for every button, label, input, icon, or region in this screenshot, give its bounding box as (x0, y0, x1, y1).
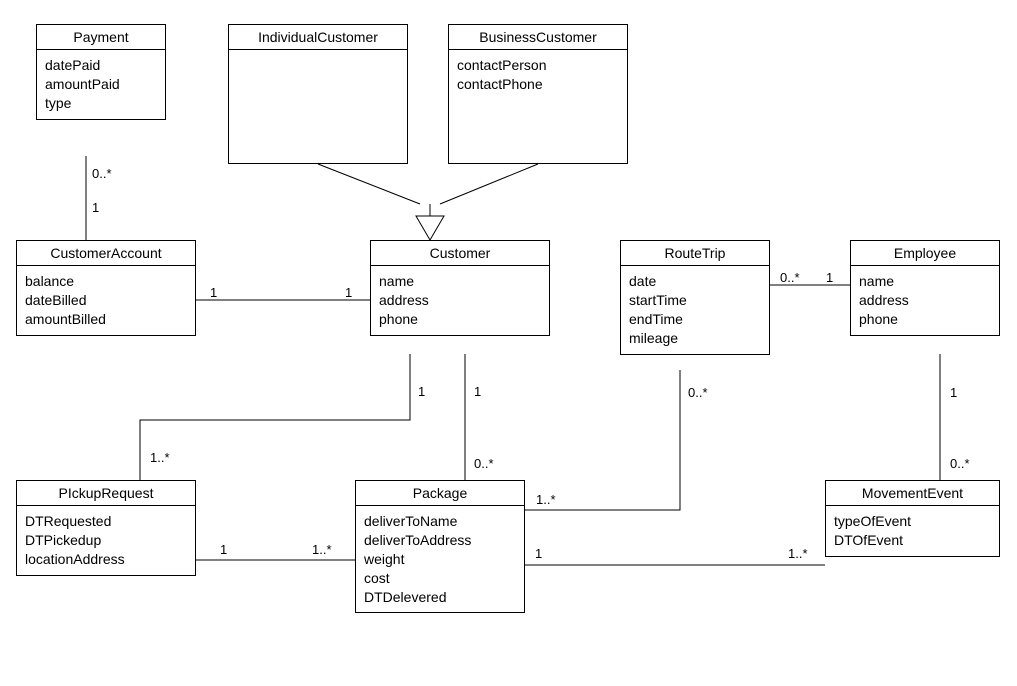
attribute: datePaid (45, 56, 157, 75)
multiplicity-label: 1 (345, 285, 352, 300)
class-body: DTRequested DTPickedup locationAddress (17, 506, 195, 575)
class-title: MovementEvent (826, 481, 999, 506)
attribute: address (379, 291, 541, 310)
attribute: name (379, 272, 541, 291)
attribute: phone (379, 310, 541, 329)
multiplicity-label: 1 (418, 384, 425, 399)
multiplicity-label: 0..* (780, 270, 800, 285)
class-title: Payment (37, 25, 165, 50)
attribute: balance (25, 272, 187, 291)
attribute: cost (364, 569, 516, 588)
class-title: CustomerAccount (17, 241, 195, 266)
attribute: mileage (629, 329, 761, 348)
attribute: locationAddress (25, 550, 187, 569)
attribute: DTPickedup (25, 531, 187, 550)
attribute: name (859, 272, 991, 291)
attribute: DTDelevered (364, 588, 516, 607)
multiplicity-label: 0..* (474, 456, 494, 471)
class-body: typeOfEvent DTOfEvent (826, 506, 999, 556)
multiplicity-label: 1..* (788, 546, 808, 561)
class-title: Package (356, 481, 524, 506)
class-body (229, 50, 407, 74)
attribute: DTOfEvent (834, 531, 991, 550)
class-body: balance dateBilled amountBilled (17, 266, 195, 335)
class-route-trip: RouteTrip date startTime endTime mileage (620, 240, 770, 355)
multiplicity-label: 1 (474, 384, 481, 399)
multiplicity-label: 1 (220, 542, 227, 557)
attribute: deliverToAddress (364, 531, 516, 550)
class-package: Package deliverToName deliverToAddress w… (355, 480, 525, 613)
class-body: name address phone (851, 266, 999, 335)
attribute: address (859, 291, 991, 310)
attribute: phone (859, 310, 991, 329)
multiplicity-label: 1 (826, 270, 833, 285)
multiplicity-label: 1 (535, 546, 542, 561)
attribute: DTRequested (25, 512, 187, 531)
multiplicity-label: 1 (92, 200, 99, 215)
attribute: deliverToName (364, 512, 516, 531)
class-customer-account: CustomerAccount balance dateBilled amoun… (16, 240, 196, 336)
class-title: RouteTrip (621, 241, 769, 266)
class-title: Customer (371, 241, 549, 266)
class-title: BusinessCustomer (449, 25, 627, 50)
class-title: Employee (851, 241, 999, 266)
class-movement-event: MovementEvent typeOfEvent DTOfEvent (825, 480, 1000, 557)
attribute: typeOfEvent (834, 512, 991, 531)
multiplicity-label: 1..* (536, 492, 556, 507)
attribute: contactPhone (457, 75, 619, 94)
class-business-customer: BusinessCustomer contactPerson contactPh… (448, 24, 628, 164)
attribute: contactPerson (457, 56, 619, 75)
multiplicity-label: 1 (950, 385, 957, 400)
attribute: amountBilled (25, 310, 187, 329)
multiplicity-label: 1 (210, 285, 217, 300)
attribute: date (629, 272, 761, 291)
uml-diagram: Payment datePaid amountPaid type Individ… (0, 0, 1017, 686)
class-individual-customer: IndividualCustomer (228, 24, 408, 164)
multiplicity-label: 1..* (150, 450, 170, 465)
multiplicity-label: 0..* (950, 456, 970, 471)
attribute: startTime (629, 291, 761, 310)
class-payment: Payment datePaid amountPaid type (36, 24, 166, 120)
class-title: PIckupRequest (17, 481, 195, 506)
class-body: datePaid amountPaid type (37, 50, 165, 119)
multiplicity-label: 0..* (688, 385, 708, 400)
multiplicity-label: 1..* (312, 542, 332, 557)
class-body: name address phone (371, 266, 549, 335)
attribute: type (45, 94, 157, 113)
attribute: amountPaid (45, 75, 157, 94)
class-pickup-request: PIckupRequest DTRequested DTPickedup loc… (16, 480, 196, 576)
class-customer: Customer name address phone (370, 240, 550, 336)
multiplicity-label: 0..* (92, 166, 112, 181)
class-body: deliverToName deliverToAddress weight co… (356, 506, 524, 612)
class-body: date startTime endTime mileage (621, 266, 769, 354)
class-title: IndividualCustomer (229, 25, 407, 50)
class-body: contactPerson contactPhone (449, 50, 627, 100)
class-employee: Employee name address phone (850, 240, 1000, 336)
attribute: dateBilled (25, 291, 187, 310)
attribute: weight (364, 550, 516, 569)
attribute: endTime (629, 310, 761, 329)
